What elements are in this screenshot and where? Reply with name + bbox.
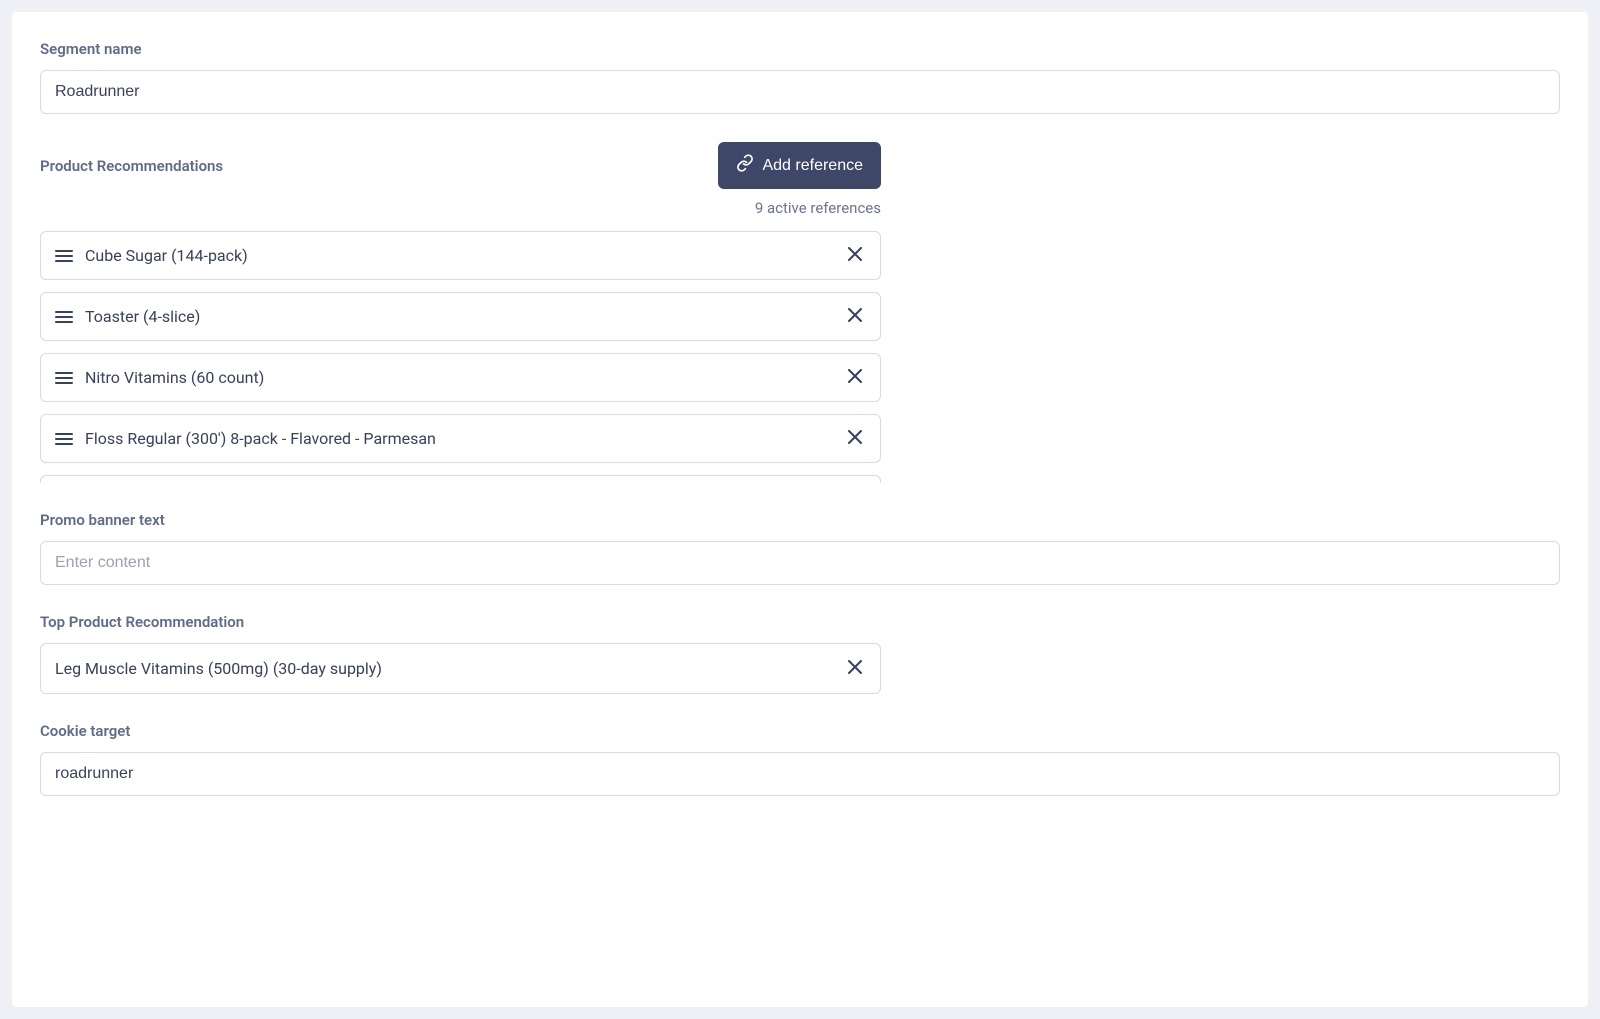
recommendations-header: Product Recommendations Add reference [40,142,881,189]
segment-name-input[interactable] [40,70,1560,114]
reference-title: Toaster (4-slice) [85,307,832,326]
top-recommendation-section: Top Product Recommendation Leg Muscle Vi… [40,613,1560,694]
reference-card-peek [40,475,881,483]
close-icon [848,369,862,386]
drag-handle-icon[interactable] [55,249,73,263]
add-reference-label: Add reference [762,157,863,175]
reference-title: Cube Sugar (144-pack) [85,246,832,265]
segment-name-field: Segment name [40,40,1560,114]
promo-banner-input[interactable] [40,541,1560,585]
reference-title: Floss Regular (300') 8-pack - Flavored -… [85,429,832,448]
close-icon [848,660,862,677]
remove-reference-button[interactable] [844,304,866,329]
drag-handle-icon[interactable] [55,310,73,324]
close-icon [848,247,862,264]
segment-form: Segment name Product Recommendations Add… [12,12,1588,1007]
reference-card[interactable]: Floss Regular (300') 8-pack - Flavored -… [40,414,881,463]
close-icon [848,430,862,447]
top-recommendation-card[interactable]: Leg Muscle Vitamins (500mg) (30-day supp… [40,643,881,694]
promo-banner-label: Promo banner text [40,511,1560,529]
cookie-target-field: Cookie target [40,722,1560,796]
remove-reference-button[interactable] [844,243,866,268]
top-recommendation-label: Top Product Recommendation [40,613,1560,631]
reference-card[interactable]: Cube Sugar (144-pack) [40,231,881,280]
cookie-target-input[interactable] [40,752,1560,796]
cookie-target-label: Cookie target [40,722,1560,740]
add-reference-button[interactable]: Add reference [718,142,881,189]
remove-reference-button[interactable] [844,426,866,451]
reference-card[interactable]: Nitro Vitamins (60 count) [40,353,881,402]
drag-handle-icon[interactable] [55,371,73,385]
recommendations-label: Product Recommendations [40,157,223,175]
top-recommendation-title: Leg Muscle Vitamins (500mg) (30-day supp… [55,659,832,678]
remove-reference-button[interactable] [844,365,866,390]
drag-handle-icon[interactable] [55,432,73,446]
reference-title: Nitro Vitamins (60 count) [85,368,832,387]
segment-name-label: Segment name [40,40,1560,58]
promo-banner-field: Promo banner text [40,511,1560,585]
recommendations-section: Product Recommendations Add reference 9 … [40,142,1560,483]
reference-card[interactable]: Toaster (4-slice) [40,292,881,341]
link-icon [736,154,754,177]
close-icon [848,308,862,325]
remove-top-recommendation-button[interactable] [844,656,866,681]
reference-list: Cube Sugar (144-pack) Toaster (4-slic [40,231,881,483]
active-references-count: 9 active references [40,199,881,217]
